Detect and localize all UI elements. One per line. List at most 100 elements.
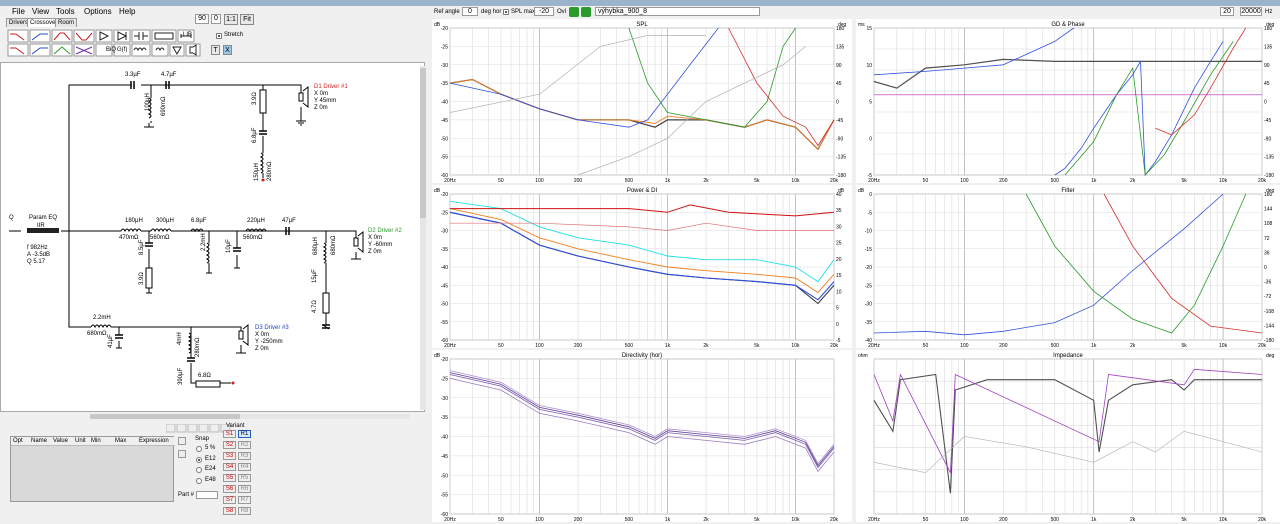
menu-view[interactable]: View	[32, 7, 49, 16]
driver1-z: Z 0m	[314, 105, 328, 111]
c9-label: 41µF	[108, 334, 114, 348]
driver1-name[interactable]: D1 Driver #1	[314, 84, 348, 90]
impedance-graph[interactable]: Impedance ohm deg 20Hz 50 100 200 500 1k 2k 5k 10k 2…	[856, 350, 1280, 523]
optimizer-table-header: Opt Name Value Unit Min Max Expression	[11, 437, 175, 446]
remove-overlay-icon[interactable]	[581, 7, 591, 17]
schematic-horizontal-scrollbar[interactable]	[90, 414, 410, 419]
power-plot-svg: Power & DIdB dB-20-25-30-35-40-45-50-55-6…	[434, 188, 845, 349]
move-down-button[interactable]	[178, 450, 186, 458]
variant-s2[interactable]: S2	[223, 441, 236, 449]
zoom-1to1-button[interactable]: 1:1	[224, 14, 238, 25]
power-y-unit: dB	[434, 188, 441, 194]
power-di-graph[interactable]: Power & DI dB dB -20 -25 -30 -35 -40 -45 -50 -55 -6…	[432, 185, 852, 349]
biquad-tool[interactable]: BiQ	[106, 47, 116, 53]
snap-option-e24: E24	[205, 466, 216, 472]
dir-ytick: -30	[441, 396, 448, 402]
menu-file[interactable]: File	[12, 7, 25, 16]
schematic-wiring	[9, 81, 364, 388]
variant-s6[interactable]: S6	[223, 485, 236, 493]
power-ytick: -45	[441, 283, 448, 289]
overlay-file-select[interactable]: výhybka_900_8	[595, 7, 760, 16]
move-up-button[interactable]	[178, 437, 186, 445]
spl-y2tick: -135	[836, 155, 846, 161]
driver2-name[interactable]: D2 Driver #2	[368, 228, 402, 234]
variant-r6[interactable]: R6	[238, 485, 251, 493]
filter-xtick: 500	[1051, 343, 1060, 348]
variant-s4[interactable]: S4	[223, 463, 236, 471]
filter-ytick: -15	[865, 247, 872, 253]
variant-r8[interactable]: R8	[238, 507, 251, 515]
spl-graph[interactable]: SPL dB deg -20 -25 -30 -35 -40 -45 -50 -55 -60 180 13…	[432, 19, 852, 184]
library-tool[interactable]: LIB	[183, 32, 192, 38]
variant-r1[interactable]: R1	[238, 430, 251, 438]
variant-s5[interactable]: S5	[223, 474, 236, 482]
menu-options[interactable]: Options	[84, 7, 112, 16]
col-max: Max	[115, 438, 127, 444]
filter-y2tick: 0	[1264, 265, 1267, 271]
variant-r2[interactable]: R2	[238, 441, 251, 449]
spl-max-input[interactable]: -20	[534, 7, 554, 16]
filter-title: Filter	[1061, 188, 1074, 194]
spl-y2tick: 45	[836, 81, 842, 87]
spl-xtick: 50	[498, 178, 504, 183]
ovl-label: Ovl	[557, 9, 566, 15]
spl-ytick: -45	[441, 118, 448, 124]
gd-xtick: 2k	[1130, 178, 1136, 183]
l8-label: 2.2mH	[93, 315, 111, 321]
power-ytick: -20	[441, 192, 448, 198]
snap-radio-5pct[interactable]	[196, 446, 202, 452]
dir-ytick: -50	[441, 473, 448, 479]
freq-max-input[interactable]: 20000	[1240, 7, 1262, 16]
filter-ytick: -5	[868, 210, 873, 216]
view-box-1[interactable]: 90	[195, 14, 209, 24]
power-y2tick: 25	[836, 241, 842, 247]
power-y2tick: 20	[836, 257, 842, 263]
power-xtick: 500	[625, 343, 634, 348]
delete-tool-button[interactable]: X	[223, 45, 232, 55]
driver3-name[interactable]: D3 Driver #3	[255, 325, 289, 331]
gain-tool[interactable]: G(f)	[117, 47, 127, 53]
vertical-scroll-thumb[interactable]	[420, 68, 426, 218]
power-y2tick: 5	[836, 306, 839, 312]
directivity-graph[interactable]: Directivity (hor) dB -20 -25 -30 -35 -40 -45 -50…	[432, 350, 852, 523]
stretch-checkbox[interactable]	[216, 33, 222, 39]
gd-xtick: 50	[923, 178, 929, 183]
imp-xtick: 100	[960, 517, 969, 522]
menu-tools[interactable]: Tools	[56, 7, 75, 16]
filter-xtick: 1k	[1091, 343, 1097, 348]
schematic-vertical-scrollbar[interactable]	[420, 66, 426, 410]
snap-radio-e24[interactable]	[196, 467, 202, 473]
view-box-2[interactable]: 0	[211, 14, 221, 24]
spl-ytick: -35	[441, 81, 448, 87]
filter-graph[interactable]: Filter dB deg 0 -5 -10 -15 -20 -25 -30 -35 -40 180 14…	[856, 185, 1280, 349]
snap-radio-e48[interactable]	[196, 478, 202, 484]
variant-r3[interactable]: R3	[238, 452, 251, 460]
variant-r4[interactable]: R4	[238, 463, 251, 471]
freq-min-input[interactable]: 20	[1220, 7, 1234, 16]
ref-angle-input[interactable]: 0	[462, 7, 478, 16]
zoom-fit-button[interactable]: Fit	[240, 14, 254, 25]
snap-radio-e12[interactable]	[196, 457, 202, 463]
variant-r5[interactable]: R5	[238, 474, 251, 482]
palette-icons	[7, 29, 201, 57]
horizontal-scroll-thumb[interactable]	[90, 414, 240, 419]
menu-help[interactable]: Help	[119, 7, 135, 16]
crossover-schematic[interactable]: Q Param EQ IIR f 982Hz A -3.5dB Q 5.17 3…	[0, 62, 425, 412]
gd-xtick: 20Hz	[868, 178, 880, 183]
r1-label: 690mΩ	[161, 96, 167, 117]
filter-y2tick: 108	[1264, 221, 1273, 227]
driver3-z: Z 0m	[255, 346, 269, 352]
variant-s1[interactable]: S1	[223, 430, 236, 438]
optimizer-table[interactable]: Opt Name Value Unit Min Max Expression	[10, 436, 175, 502]
spl-y2tick: 90	[836, 63, 842, 69]
part-number-input[interactable]	[196, 491, 218, 499]
variant-s8[interactable]: S8	[223, 507, 236, 515]
add-overlay-icon[interactable]	[569, 7, 579, 17]
variant-s3[interactable]: S3	[223, 452, 236, 460]
variant-r7[interactable]: R7	[238, 496, 251, 504]
tab-room[interactable]: Room	[55, 18, 78, 27]
gd-phase-graph[interactable]: GD & Phase ms deg 15 10 5 0 -5 180 135 90 45 0 -45 -90…	[856, 19, 1280, 184]
spl-max-checkbox[interactable]	[503, 9, 509, 15]
variant-s7[interactable]: S7	[223, 496, 236, 504]
text-tool-button[interactable]: T	[211, 45, 220, 55]
